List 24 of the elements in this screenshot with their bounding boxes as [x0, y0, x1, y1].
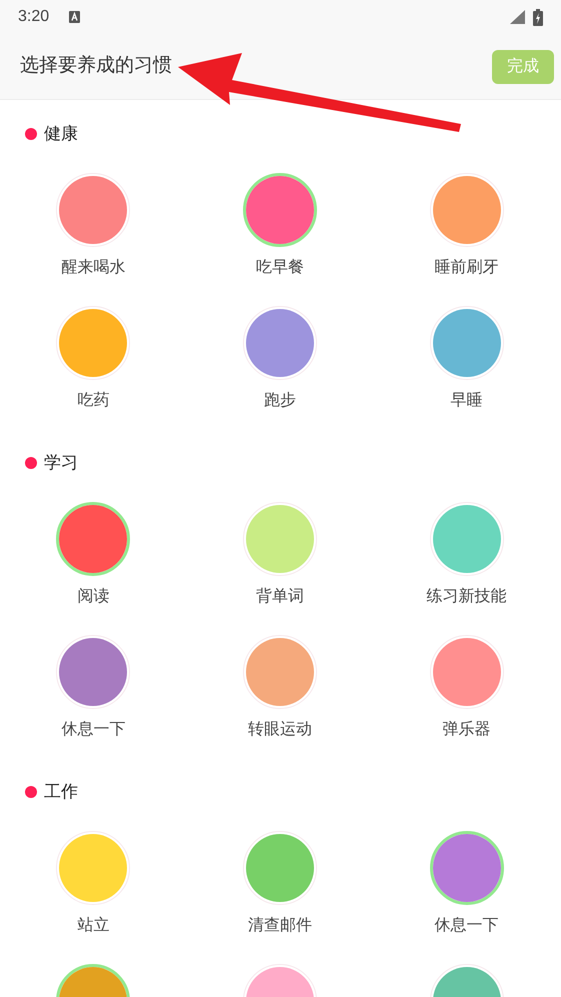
habit-label: 背单词 — [256, 587, 304, 607]
habit-label: 跑步 — [264, 391, 296, 411]
habit-label: 站立 — [77, 916, 110, 936]
habit-label: 醒来喝水 — [61, 258, 126, 278]
habit-label: 休息一下 — [434, 916, 499, 936]
habit-label: 吃早餐 — [256, 258, 304, 278]
section-title: 学习 — [44, 452, 78, 474]
battery-icon — [533, 8, 543, 26]
keyboard-icon — [69, 11, 80, 23]
habit-label: 清查邮件 — [248, 916, 312, 936]
habit-label: 练习新技能 — [426, 587, 507, 607]
habit-label: 阅读 — [77, 587, 110, 607]
signal-icon — [510, 10, 525, 24]
status-time: 3:20 — [18, 7, 50, 27]
habit-label: 早睡 — [450, 391, 483, 411]
section-title: 工作 — [44, 781, 78, 804]
habit-label: 弹乐器 — [442, 720, 491, 740]
habit-label: 睡前刷牙 — [434, 258, 499, 278]
section-title: 健康 — [44, 123, 78, 146]
habit-label: 吃药 — [77, 391, 110, 411]
habit-label: 休息一下 — [61, 720, 126, 740]
page-title: 选择要养成的习惯 — [20, 54, 172, 78]
done-button[interactable]: 完成 — [492, 50, 554, 84]
habit-label: 转眼运动 — [248, 720, 312, 740]
